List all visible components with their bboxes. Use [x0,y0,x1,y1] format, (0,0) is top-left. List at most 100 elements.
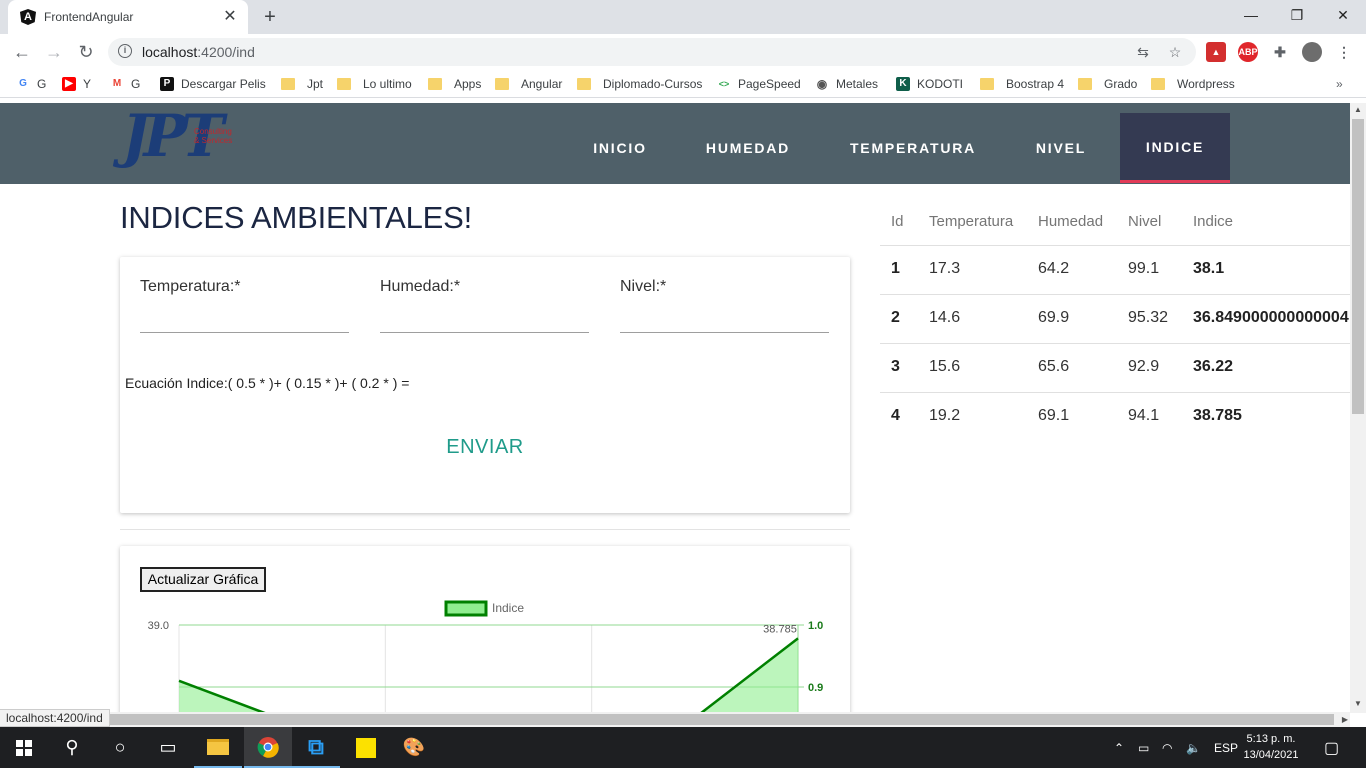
column-header[interactable]: Humedad [1038,213,1103,230]
extensions-puzzle-icon[interactable]: ✚ [1270,42,1290,62]
bookmark-item[interactable]: ▶ Y [62,75,91,93]
nivel-input[interactable] [620,332,829,333]
table-cell: 92.9 [1128,358,1160,375]
horizontal-scrollbar[interactable]: ▶ [0,712,1350,727]
bookmark-label: Diplomado-Cursos [603,77,703,91]
tray-chevron-icon[interactable]: ⌃ [1114,727,1124,768]
bookmark-star-icon[interactable]: ☆ [1166,43,1184,61]
vertical-scrollbar[interactable]: ▲ ▼ [1350,103,1366,713]
bookmark-item[interactable]: Jpt [281,75,323,93]
scroll-right-icon[interactable]: ▶ [1342,712,1348,727]
file-explorer-icon[interactable] [194,727,242,768]
bookmark-item[interactable]: <> PageSpeed [717,75,801,93]
close-tab-icon[interactable]: ✕ [220,7,240,27]
row-divider [880,245,1350,246]
bookmark-item[interactable]: Angular [495,75,562,93]
minimize-button[interactable]: — [1228,0,1274,30]
bookmark-item[interactable]: P Descargar Pelis [160,75,266,93]
vertical-scroll-thumb[interactable] [1352,119,1364,414]
menu-kebab-icon[interactable]: ⋮ [1334,42,1354,62]
clock[interactable]: 5:13 p. m. 13/04/2021 [1240,731,1302,763]
site-info-icon[interactable]: i [118,44,132,58]
column-header[interactable]: Indice [1193,213,1233,230]
enviar-button[interactable]: ENVIAR [420,432,550,462]
cortana-icon[interactable]: ○ [96,727,144,768]
nav-inicio[interactable]: INICIO [574,113,666,183]
language-indicator[interactable]: ESP [1214,727,1238,768]
series-line [178,637,799,716]
row-divider [880,294,1350,295]
table-cell: 95.32 [1128,309,1169,326]
profile-avatar[interactable] [1302,42,1322,62]
column-header[interactable]: Nivel [1128,213,1161,230]
scroll-down-icon[interactable]: ▼ [1350,697,1366,711]
nav-temperatura[interactable]: TEMPERATURA [830,113,996,183]
horizontal-scroll-thumb[interactable] [16,714,1334,725]
wifi-icon[interactable]: ◠ [1162,727,1172,768]
sticky-notes-icon[interactable] [342,727,390,768]
data-label: 38.785 [763,623,797,635]
address-url[interactable]: localhost:4200/ind [142,44,255,60]
forward-button[interactable]: → [40,38,68,66]
folder-icon [428,78,442,90]
chrome-icon[interactable] [244,727,292,768]
update-chart-button[interactable]: Actualizar Gráfica [140,567,266,592]
volume-icon[interactable]: 🔈 [1186,727,1201,768]
column-header[interactable]: Id [891,213,904,230]
bookmark-label: Grado [1104,77,1138,91]
nav-indice[interactable]: INDICE [1120,113,1230,183]
temperatura-input[interactable] [140,332,349,333]
table-cell: 69.9 [1038,309,1070,326]
folder-icon [577,78,591,90]
nav-nivel[interactable]: NIVEL [1018,113,1104,183]
divider [120,529,850,530]
task-view-icon[interactable]: ▭ [144,727,192,768]
adblock-icon[interactable]: ABP [1238,42,1258,62]
app-navbar: JPT Consulting & Services INICIO HUMEDAD … [0,102,1350,184]
bookmark-item[interactable]: Diplomado-Cursos [577,75,702,93]
indice-chart: Indice 39.0 1.0 0.9 38.785 [148,600,823,716]
folder-icon [337,78,351,90]
bookmark-item[interactable]: MG [110,75,141,93]
more-bookmarks-icon[interactable]: » [1336,75,1343,93]
pagespeed-icon: <> [718,79,730,89]
battery-icon[interactable]: ▭ [1138,727,1149,768]
angular-icon: A [20,9,36,25]
bookmark-item[interactable]: Apps [428,75,481,93]
new-tab-button[interactable]: + [258,5,282,29]
scroll-up-icon[interactable]: ▲ [1350,103,1366,117]
nav-humedad[interactable]: HUMEDAD [690,113,806,183]
close-window-button[interactable]: ✕ [1320,0,1366,30]
search-icon[interactable]: ⚲ [48,727,96,768]
vscode-icon[interactable]: ⧉ [292,727,340,768]
nivel-label: Nivel:* [620,278,667,295]
bookmark-item[interactable]: Boostrap 4 [980,75,1064,93]
bookmark-item[interactable]: GG [16,75,46,93]
restore-button[interactable]: ❐ [1274,0,1320,30]
column-header[interactable]: Temperatura [929,213,1013,230]
y2-tick-label: 1.0 [808,620,823,632]
paint-icon[interactable]: 🎨 [390,727,438,768]
bookmark-item[interactable]: Wordpress [1151,75,1235,93]
bookmark-item[interactable]: Lo ultimo [337,75,412,93]
folder-icon [1151,78,1165,90]
back-button[interactable]: ← [8,38,36,66]
address-bar[interactable]: i localhost:4200/ind ⇆ ☆ [108,38,1196,66]
status-url: localhost:4200/ind [0,709,110,727]
bookmark-item[interactable]: K KODOTI [896,75,963,93]
bookmark-item[interactable]: Grado [1078,75,1137,93]
extension-red-icon[interactable]: ▲ [1206,42,1226,62]
translate-icon[interactable]: ⇆ [1134,43,1152,61]
jpt-logo[interactable]: JPT Consulting & Services [118,99,248,175]
youtube-icon: ▶ [62,77,76,91]
table-cell: 38.785 [1193,407,1242,424]
windows-start-icon[interactable] [0,727,48,768]
row-divider [880,343,1350,344]
bookmark-label: G [131,77,141,91]
reload-button[interactable]: ↻ [72,38,100,66]
browser-tab[interactable]: A FrontendAngular ✕ [8,0,248,34]
humedad-input[interactable] [380,332,589,333]
notifications-icon[interactable]: ▢ [1324,727,1339,768]
windows-taskbar: ⚲ ○ ▭ ⧉ 🎨 ⌃ ▭ ◠ 🔈 ESP 5:13 p. m. 13/04/2… [0,727,1366,768]
bookmark-item[interactable]: ◉ Metales [815,75,878,93]
